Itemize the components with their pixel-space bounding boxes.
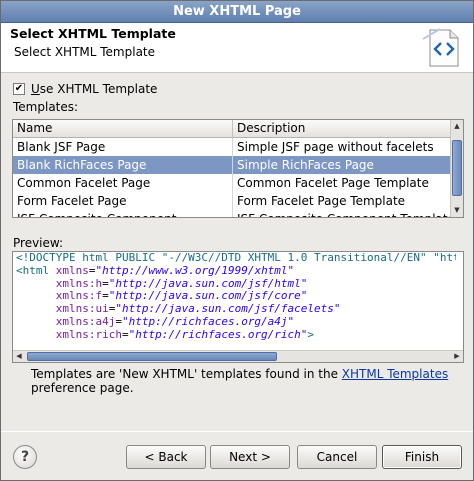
scroll-down-icon[interactable]: ▼	[451, 204, 463, 217]
preview-label: Preview:	[13, 236, 64, 250]
preview-line: <!DOCTYPE html PUBLIC "-//W3C//DTD XHTML…	[16, 252, 456, 264]
template-description-cell: Simple JSF page without facelets	[237, 140, 434, 154]
table-row[interactable]: JSF Composite Component JSF Composite Co…	[13, 210, 451, 217]
window-title: New XHTML Page	[1, 1, 473, 23]
template-name-cell: Blank JSF Page	[13, 138, 233, 156]
preview-line: <html xmlns="http://www.w3.org/1999/xhtm…	[16, 263, 295, 277]
back-button[interactable]: < Back	[126, 445, 206, 469]
preview-line: xmlns:f="http://java.sun.com/jsf/core"	[55, 289, 308, 303]
table-row[interactable]: Blank JSF Page Simple JSF page without f…	[13, 138, 451, 156]
table-row[interactable]: Common Facelet Page Common Facelet Page …	[13, 174, 451, 192]
new-xhtml-page-dialog: New XHTML Page Select XHTML Template Sel…	[0, 0, 474, 481]
cancel-button[interactable]: Cancel	[297, 445, 377, 469]
xhtml-templates-link[interactable]: XHTML Templates	[342, 367, 448, 381]
template-name-cell: JSF Composite Component	[13, 210, 233, 217]
column-header-description[interactable]: Description	[233, 120, 451, 138]
preview-line: xmlns:a4j="http://richfaces.org/a4j"	[55, 314, 295, 328]
preview-line: xmlns:h="http://java.sun.com/jsf/html"	[55, 276, 308, 290]
table-body: Blank JSF Page Simple JSF page without f…	[13, 138, 451, 217]
table-row[interactable]: Form Facelet Page Form Facelet Page Temp…	[13, 192, 451, 210]
preview-horizontal-scrollbar[interactable]: ◀ ▶	[13, 350, 463, 362]
templates-table[interactable]: Name Description Blank JSF Page Simple J…	[12, 119, 464, 218]
table-row-selected[interactable]: Blank RichFaces Page Simple RichFaces Pa…	[13, 156, 451, 174]
next-button[interactable]: Next >	[210, 445, 290, 469]
table-header: Name Description	[13, 120, 451, 138]
templates-vertical-scrollbar[interactable]: ▲ ▼	[450, 120, 463, 217]
scroll-up-icon[interactable]: ▲	[451, 120, 463, 133]
preview-pane[interactable]: <!DOCTYPE html PUBLIC "-//W3C//DTD XHTML…	[12, 251, 464, 363]
use-template-label: Use XHTML Template	[31, 82, 158, 96]
column-header-name[interactable]: Name	[13, 120, 233, 138]
header-title: Select XHTML Template	[10, 26, 176, 41]
scroll-right-icon[interactable]: ▶	[451, 351, 463, 362]
template-name-cell: Form Facelet Page	[13, 192, 233, 210]
preview-line: xmlns:ui="http://java.sun.com/jsf/facele…	[55, 302, 341, 316]
preview-code: <!DOCTYPE html PUBLIC "-//W3C//DTD XHTML…	[16, 252, 456, 350]
preview-line: xmlns:rich="http://richfaces.org/rich">	[55, 327, 315, 341]
divider	[1, 431, 473, 432]
template-name-cell: Blank RichFaces Page	[13, 156, 233, 174]
scroll-thumb[interactable]	[27, 352, 277, 361]
template-name-cell: Common Facelet Page	[13, 174, 233, 192]
scroll-thumb[interactable]	[452, 140, 462, 196]
header-message: Select XHTML Template	[14, 45, 156, 59]
scroll-left-icon[interactable]: ◀	[13, 351, 25, 362]
templates-label: Templates:	[13, 100, 79, 114]
template-description-cell: JSF Composite Component Template	[233, 210, 451, 217]
template-description-cell: Form Facelet Page Template	[237, 194, 406, 208]
template-description-cell: Simple RichFaces Page	[237, 158, 374, 172]
use-template-checkbox[interactable]: ✔	[13, 83, 25, 95]
xhtml-template-icon	[422, 28, 459, 67]
use-template-row[interactable]: ✔ Use XHTML Template	[13, 81, 157, 97]
wizard-header: Select XHTML Template Select XHTML Templ…	[1, 23, 473, 73]
help-button[interactable]: ?	[13, 445, 37, 469]
templates-info-text: Templates are 'New XHTML' templates foun…	[31, 367, 449, 395]
template-description-cell: Common Facelet Page Template	[237, 176, 429, 190]
finish-button[interactable]: Finish	[382, 445, 462, 469]
